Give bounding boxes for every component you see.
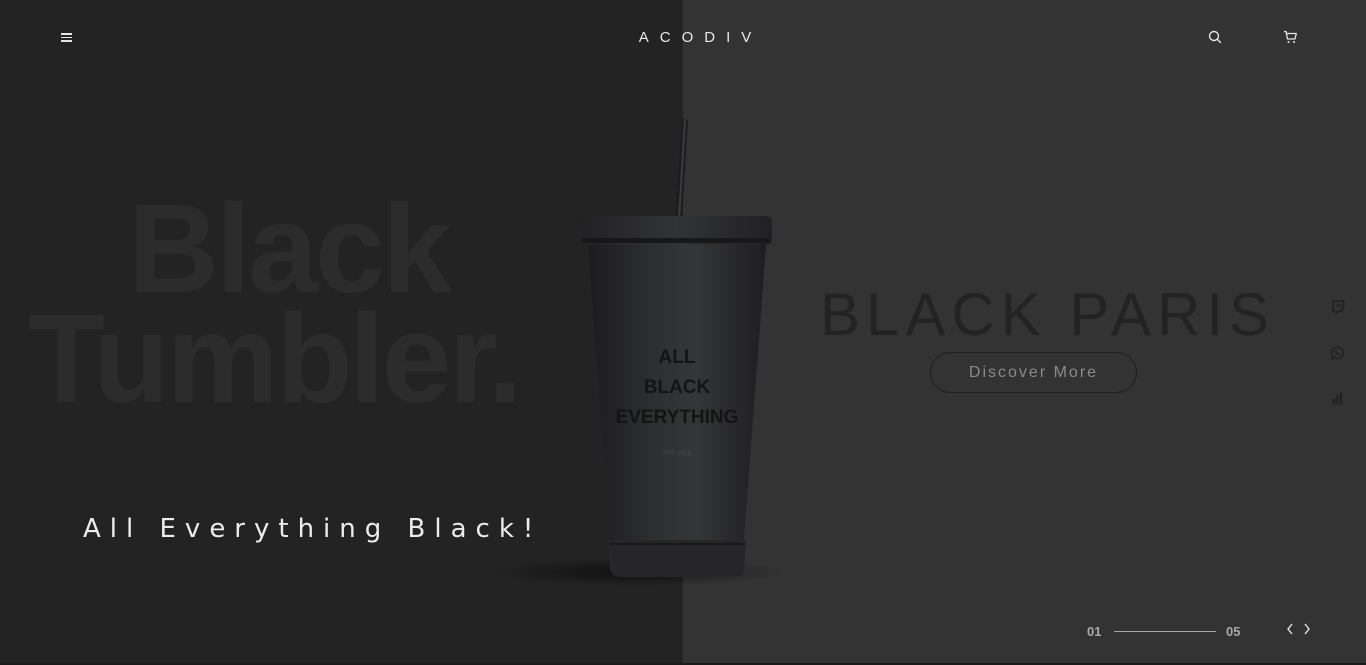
tumbler-print-line-2: BLACK xyxy=(644,377,711,398)
search-icon[interactable] xyxy=(1208,30,1224,46)
whatsapp-icon[interactable] xyxy=(1330,346,1345,361)
site-logo[interactable]: ACODIV xyxy=(600,29,790,46)
discover-more-button[interactable]: Discover More xyxy=(930,352,1137,393)
shopping-cart-icon[interactable] xyxy=(1283,30,1299,46)
tumbler-print-small: EST. 2018 xyxy=(663,451,691,457)
slide-progress-line xyxy=(1114,631,1216,632)
ghost-heading-line-2: Tumbler. xyxy=(28,288,523,429)
bar-chart-icon[interactable] xyxy=(1331,391,1345,405)
slide-current-number: 01 xyxy=(1087,624,1102,639)
brand-title: BLACK PARIS xyxy=(820,281,1276,348)
tumbler-print-line-1: ALL xyxy=(659,347,696,368)
twitch-icon[interactable] xyxy=(1331,300,1345,316)
hamburger-menu-icon[interactable] xyxy=(61,33,75,45)
next-slide-arrow-icon[interactable] xyxy=(1302,622,1314,638)
previous-slide-arrow-icon[interactable] xyxy=(1285,622,1297,638)
slide-total-number: 05 xyxy=(1226,624,1241,639)
hero-tagline: All Everything Black! xyxy=(83,514,543,544)
tumbler-print-line-3: EVERYTHING xyxy=(616,407,739,428)
